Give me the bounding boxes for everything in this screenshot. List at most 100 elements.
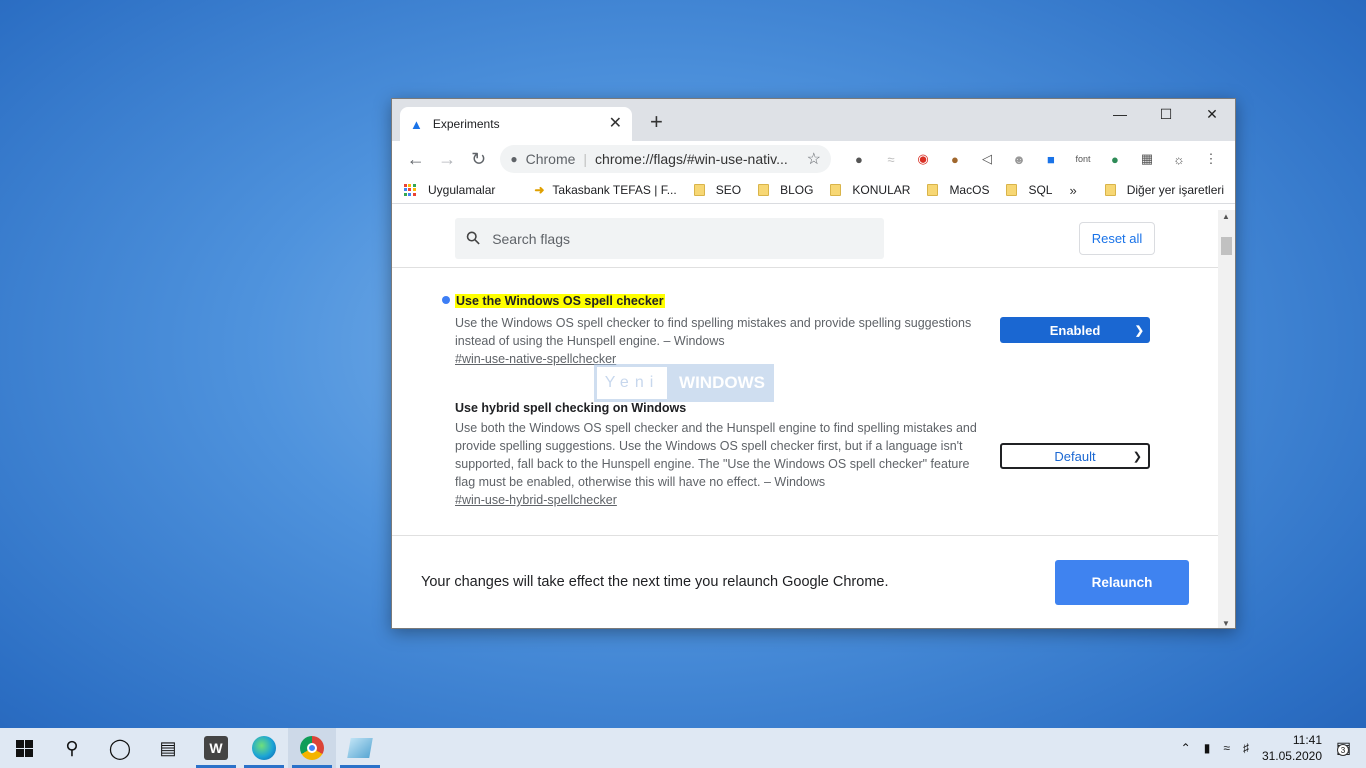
bookmark-label: MacOS (949, 183, 990, 197)
bookmark-star-icon[interactable]: ☆ (807, 149, 821, 169)
scroll-down-icon[interactable]: ▼ (1222, 619, 1230, 628)
flag-description: Use the Windows OS spell checker to find… (455, 316, 972, 348)
bookmark-sql[interactable]: SQL (1006, 183, 1052, 197)
watermark-logo: Yeni WINDOWS (594, 364, 774, 402)
shield-badge-icon[interactable]: ◉ (907, 151, 939, 167)
new-tab-button[interactable]: + (650, 111, 663, 133)
flag-title: Use the Windows OS spell checker (455, 294, 665, 308)
search-icon: ⚲ (461, 226, 485, 250)
notification-badge: 3 (1337, 744, 1349, 756)
url-text[interactable]: chrome://flags/#win-use-nativ... (595, 151, 807, 167)
cortana-button[interactable]: ◯ (96, 728, 144, 768)
tab-title: Experiments (432, 117, 500, 131)
close-window-button[interactable]: ✕ (1189, 99, 1235, 129)
system-tray: ⌃ ▮ ≈ ♯ 11:41 31.05.2020 ▤ 3 (1181, 728, 1366, 768)
folder-icon (1104, 184, 1116, 196)
maximize-button[interactable]: ☐ (1143, 99, 1189, 129)
w-app-icon: W (204, 736, 228, 760)
action-center-button[interactable]: ▤ 3 (1336, 738, 1366, 758)
menu-kebab-icon[interactable]: ⋮ (1195, 151, 1227, 167)
volume-icon[interactable]: ♯ (1243, 741, 1249, 755)
reload-button[interactable]: ↻ (463, 143, 494, 175)
close-tab-icon[interactable]: ✕ (609, 116, 622, 132)
search-placeholder: Search flags (492, 230, 571, 247)
bookmark-seo[interactable]: SEO (693, 183, 742, 197)
bucket-icon[interactable]: ■ (1035, 152, 1067, 167)
flags-page: ⚲ Search flags Reset all Use the Windows… (392, 210, 1218, 628)
bookmark-label: BLOG (780, 183, 814, 197)
flag-anchor-link[interactable]: #win-use-native-spellchecker (455, 352, 1155, 366)
puzzle-icon[interactable]: ▦ (1131, 151, 1163, 167)
clock-time: 11:41 (1292, 733, 1322, 747)
chrome-page-icon: ● (510, 152, 518, 166)
taskbar-app-w[interactable]: W (192, 728, 240, 768)
profile-icon[interactable]: ☼ (1163, 152, 1195, 167)
taskbar-app-other[interactable] (336, 728, 384, 768)
flag-state-select[interactable]: Enabled ❯ (1000, 317, 1150, 343)
search-button[interactable]: ⚲ (48, 728, 96, 768)
search-header: ⚲ Search flags Reset all (392, 210, 1218, 268)
app-window-icon (347, 738, 373, 758)
flag-description: Use both the Windows OS spell checker an… (455, 421, 977, 489)
extensions-area: ● ≈ ◉ ● ◁ ☻ ■ font ● ▦ ☼ ⋮ (843, 151, 1227, 167)
relaunch-button[interactable]: Relaunch (1055, 560, 1189, 605)
search-icon: ⚲ (65, 737, 79, 758)
taskbar-app-edge[interactable] (240, 728, 288, 768)
bookmark-macos[interactable]: MacOS (927, 183, 989, 197)
back-button[interactable]: ← (400, 143, 431, 175)
address-bar[interactable]: ● Chrome | chrome://flags/#win-use-nativ… (500, 145, 831, 173)
takasbank-icon: ➜ (534, 183, 545, 197)
bookmark-konular[interactable]: KONULAR (830, 183, 910, 197)
font-extension-icon[interactable]: font (1067, 154, 1099, 164)
bookmark-label: Takasbank TEFAS | F... (552, 183, 677, 197)
scroll-up-icon[interactable]: ▲ (1222, 212, 1230, 221)
chevron-up-icon[interactable]: ⌃ (1181, 741, 1191, 755)
speaker-icon[interactable]: ◁ (971, 151, 1003, 167)
watermark-left: Yeni (594, 364, 670, 402)
bookmark-apps[interactable]: Uygulamalar (404, 183, 495, 197)
wifi-icon[interactable]: ≈ (1223, 741, 1230, 755)
bookmark-blog[interactable]: BLOG (758, 183, 813, 197)
browser-toolbar: ← → ↻ ● Chrome | chrome://flags/#win-use… (392, 141, 1235, 177)
bookmark-label: SEO (715, 183, 742, 197)
apps-grid-icon (404, 184, 416, 196)
flag-title: Use hybrid spell checking on Windows (455, 401, 687, 415)
flag-hybrid-spellchecker: Use hybrid spell checking on Windows Use… (455, 401, 1155, 507)
scroll-thumb[interactable] (1221, 237, 1232, 255)
minimize-button[interactable]: — (1097, 99, 1143, 129)
site-chip: Chrome (525, 151, 576, 167)
forward-button[interactable]: → (431, 143, 462, 175)
folder-icon (758, 184, 770, 196)
start-button[interactable] (0, 728, 48, 768)
battery-icon[interactable]: ▮ (1204, 741, 1211, 755)
clock[interactable]: 11:41 31.05.2020 (1262, 732, 1322, 764)
edge-icon (252, 736, 276, 760)
bookmarks-overflow-icon[interactable]: » (1069, 183, 1076, 198)
globe-icon[interactable]: ● (1099, 152, 1131, 167)
taskbar-app-chrome[interactable] (288, 728, 336, 768)
task-view-icon: ▤ (159, 737, 177, 758)
evernote-icon[interactable]: ☻ (1003, 152, 1035, 167)
chrome-icon (300, 736, 324, 760)
bookmark-label: Diğer yer işaretleri (1126, 183, 1225, 197)
folder-icon (1006, 184, 1018, 196)
bookmark-other[interactable]: Diğer yer işaretleri (1104, 183, 1225, 197)
page-scrollbar[interactable]: ▲ ▼ (1218, 210, 1235, 628)
tab-experiments[interactable]: ▲ Experiments ✕ (400, 107, 632, 141)
task-view-button[interactable]: ▤ (144, 728, 192, 768)
folder-icon (830, 184, 842, 196)
address-separator: | (583, 151, 588, 167)
flag-anchor-link[interactable]: #win-use-hybrid-spellchecker (455, 493, 1155, 507)
clock-date: 31.05.2020 (1261, 749, 1322, 763)
flag-state-select[interactable]: Default ❯ (1000, 443, 1150, 469)
cookie-icon[interactable]: ● (939, 152, 971, 167)
reset-all-button[interactable]: Reset all (1079, 222, 1155, 255)
window-controls: — ☐ ✕ (1097, 99, 1235, 129)
lightbulb-icon[interactable]: ● (843, 152, 875, 167)
relaunch-bar: Your changes will take effect the next t… (392, 535, 1218, 628)
relaunch-message: Your changes will take effect the next t… (421, 574, 889, 590)
bookmark-takasbank[interactable]: ➜ Takasbank TEFAS | F... (534, 183, 676, 197)
search-flags-input[interactable]: ⚲ Search flags (455, 218, 884, 259)
handshake-icon[interactable]: ≈ (875, 152, 907, 167)
flask-icon: ▲ (410, 116, 423, 132)
